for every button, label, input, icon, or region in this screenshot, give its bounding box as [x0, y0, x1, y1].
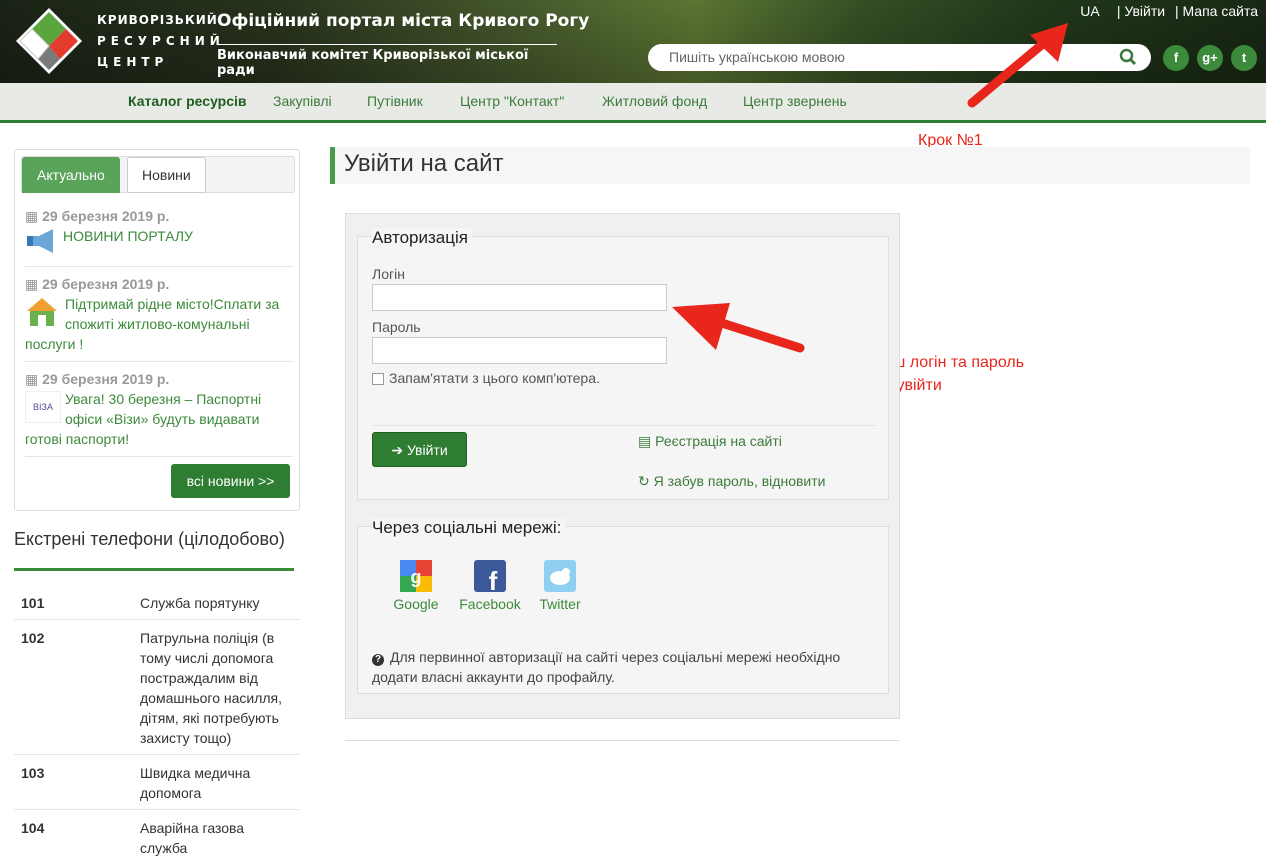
- house-payment-icon: [27, 298, 57, 326]
- login-form-container: Авторизація Логін Пароль Запам'ятати з ц…: [345, 213, 900, 719]
- nav-item-procurement[interactable]: Закупівлі: [273, 93, 332, 109]
- news-panel: Актуально Новини ▦ 29 березня 2019 р. НО…: [14, 149, 300, 511]
- search-input[interactable]: Пишіть українською мовою: [669, 49, 845, 65]
- question-circle-icon: ?: [372, 654, 384, 666]
- nav-item-appeals[interactable]: Центр звернень: [743, 93, 847, 109]
- password-label: Пароль: [372, 319, 421, 335]
- news-date: 29 березня 2019 р.: [42, 276, 170, 292]
- social-note: ? Для первинної авторизації на сайті чере…: [372, 649, 841, 685]
- calendar-icon: ▦: [25, 371, 39, 387]
- news-link[interactable]: Увага! 30 березня – Паспортні: [65, 389, 293, 409]
- news-link[interactable]: послуги !: [25, 334, 293, 354]
- login-label: Логін: [372, 266, 405, 282]
- tab-news[interactable]: Новини: [127, 157, 206, 193]
- auth-legend: Авторизація: [372, 228, 472, 248]
- news-divider: [25, 456, 293, 457]
- facebook-icon[interactable]: f: [1163, 45, 1189, 71]
- calendar-icon: ▦: [25, 276, 39, 292]
- portal-subtitle[interactable]: Виконавчий комітет Криворізької міської …: [217, 44, 557, 78]
- search-icon[interactable]: [1119, 48, 1137, 66]
- form-divider: [372, 425, 876, 426]
- remember-checkbox[interactable]: [372, 373, 384, 385]
- news-link[interactable]: готові паспорти!: [25, 429, 293, 449]
- news-tabs: Актуально Новини: [21, 156, 295, 193]
- twitter-icon[interactable]: t: [1231, 45, 1257, 71]
- login-link[interactable]: | Увійти: [1117, 3, 1165, 19]
- news-link[interactable]: НОВИНИ ПОРТАЛУ: [63, 226, 193, 246]
- table-row: 103 Швидка медична допомога: [14, 763, 300, 810]
- sign-in-icon: ➔: [391, 442, 404, 458]
- logo-text: КРИВОРІЗЬКИЙ РЕСУРСНИЙ ЦЕНТР: [97, 13, 225, 69]
- nav-item-catalog[interactable]: Каталог ресурсів: [128, 93, 247, 109]
- site-logo-icon[interactable]: [14, 6, 84, 76]
- nav-item-contact-center[interactable]: Центр "Контакт": [460, 93, 564, 109]
- news-item: ▦ 29 березня 2019 р. Підтримай рідне міс…: [25, 274, 293, 354]
- google-icon: g: [400, 560, 432, 592]
- table-row: 102 Патрульна поліція (в тому числі допом…: [14, 628, 300, 755]
- news-link[interactable]: офіси «Візи» будуть видавати: [65, 409, 293, 429]
- sitemap-link[interactable]: | Мапа сайта: [1175, 3, 1258, 19]
- google-plus-icon[interactable]: g+: [1197, 45, 1223, 71]
- emergency-title: Екстрені телефони (цілодобово): [14, 529, 285, 549]
- news-divider: [25, 361, 293, 362]
- table-row: 101 Служба порятунку: [14, 593, 300, 620]
- top-links: UA | Увійти | Мапа сайта: [1074, 3, 1258, 19]
- content-divider: [345, 740, 900, 741]
- social-legend: Через соціальні мережі:: [372, 518, 566, 538]
- google-login[interactable]: g Google: [388, 559, 444, 612]
- phone-number: 101: [21, 595, 45, 611]
- phone-desc: Служба порятунку: [140, 595, 260, 611]
- auth-fieldset: Авторизація Логін Пароль Запам'ятати з ц…: [357, 228, 889, 500]
- news-item: ▦ 29 березня 2019 р. ВІЗА Увага! 30 бере…: [25, 369, 293, 449]
- login-field[interactable]: [372, 284, 667, 311]
- nav-item-guide[interactable]: Путівник: [367, 93, 423, 109]
- refresh-icon: ↻: [638, 473, 650, 489]
- facebook-login[interactable]: f Facebook: [456, 559, 524, 612]
- nav-item-housing[interactable]: Житловий фонд: [602, 93, 707, 109]
- viza-logo-icon: ВІЗА: [25, 391, 61, 423]
- news-date: 29 березня 2019 р.: [42, 371, 170, 387]
- twitter-icon: [544, 560, 576, 592]
- news-link[interactable]: спожиті житлово-комунальні: [65, 314, 293, 334]
- table-row: 104 Аварійна газова служба: [14, 818, 300, 863]
- step2-arrow-icon: [672, 303, 805, 353]
- news-date: 29 березня 2019 р.: [42, 208, 170, 224]
- svg-text:f: f: [489, 566, 498, 593]
- login-button[interactable]: ➔ Увійти: [372, 432, 467, 467]
- tab-actual[interactable]: Актуально: [22, 157, 120, 193]
- lang-switch[interactable]: UA: [1080, 3, 1099, 19]
- all-news-button[interactable]: всі новини >>: [171, 464, 290, 498]
- news-divider: [25, 266, 293, 267]
- portal-title[interactable]: Офіційний портал міста Кривого Рогу: [217, 11, 589, 31]
- phone-number: 104: [21, 820, 45, 836]
- news-item: ▦ 29 березня 2019 р. НОВИНИ ПОРТАЛУ: [25, 206, 293, 256]
- step1-arrow-icon: [967, 23, 1068, 108]
- phone-number: 102: [21, 630, 45, 646]
- twitter-login[interactable]: Twitter: [532, 559, 588, 612]
- news-link[interactable]: Підтримай рідне місто!Сплати за: [65, 294, 293, 314]
- megaphone-icon: [27, 229, 53, 253]
- phone-desc: Патрульна поліція (в тому числі допомога п…: [140, 630, 283, 746]
- forgot-password-link[interactable]: ↻ Я забув пароль, відновити: [638, 473, 825, 490]
- id-card-icon: ▤: [638, 433, 652, 449]
- phone-number: 103: [21, 765, 45, 781]
- phone-desc: Швидка медична допомога: [140, 765, 251, 801]
- calendar-icon: ▦: [25, 208, 39, 224]
- register-link[interactable]: ▤ Реєстрація на сайті: [638, 433, 782, 450]
- social-fieldset: Через соціальні мережі: g Google f Faceb…: [357, 518, 889, 694]
- password-field[interactable]: [372, 337, 667, 364]
- page-title: Увійти на сайт: [330, 147, 1250, 184]
- facebook-icon: f: [474, 560, 506, 596]
- svg-text:g: g: [411, 567, 422, 587]
- emergency-divider: [14, 568, 294, 571]
- phone-desc: Аварійна газова служба: [140, 820, 245, 856]
- remember-label[interactable]: Запам'ятати з цього комп'ютера.: [389, 370, 600, 386]
